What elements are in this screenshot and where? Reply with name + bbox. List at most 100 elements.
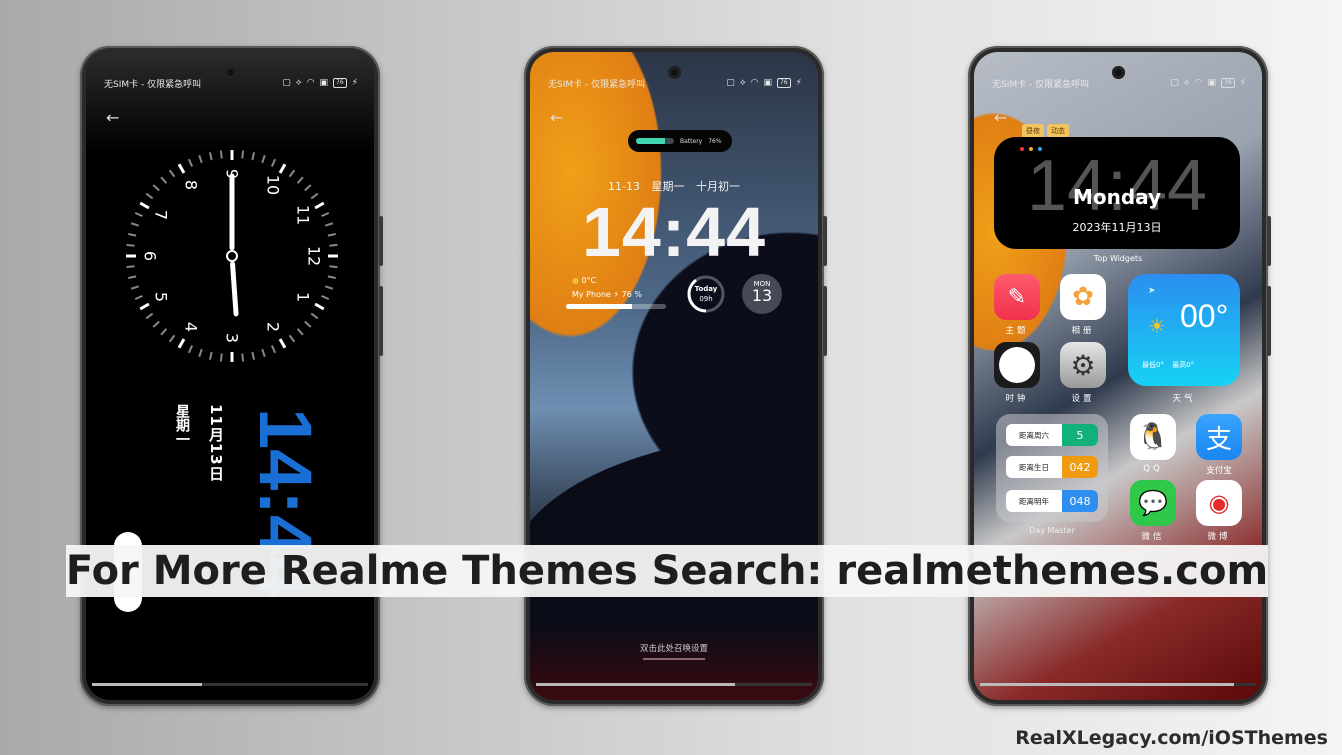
progress-bar	[92, 683, 368, 686]
day-master-caption: Day Master	[1029, 526, 1075, 535]
date-vertical: 11月13日	[207, 404, 225, 482]
lock-time: 14:44	[581, 193, 767, 271]
sun-icon: ●	[572, 276, 579, 285]
app-wechat[interactable]: 💬	[1130, 480, 1176, 526]
clock-tick	[187, 158, 194, 167]
charging-icon: ⚡	[1239, 78, 1246, 88]
day-master-widget[interactable]: 距离周六 5 距离生日 042 距离明年 048	[996, 414, 1108, 522]
screenshot-icon: ▣	[319, 78, 329, 88]
temperature: 0°C	[581, 276, 597, 285]
clock-tick	[327, 232, 336, 237]
clock-tick	[251, 351, 256, 360]
countdown-row: 距离生日 042	[1006, 456, 1098, 478]
clock-tick	[177, 163, 186, 174]
app-photos[interactable]: ✿	[1060, 274, 1106, 320]
clock-tick	[278, 338, 287, 349]
tag-dynamic[interactable]: 动态	[1047, 124, 1069, 138]
clock-tick	[134, 294, 143, 301]
clock-tick	[310, 312, 319, 320]
clock-tick	[152, 184, 160, 192]
vibrate-icon: ⟡	[739, 78, 746, 88]
clock-number: 8	[182, 180, 201, 190]
countdown-label: 距离周六	[1019, 430, 1049, 440]
app-weibo[interactable]: ◉	[1196, 480, 1242, 526]
wechat-icon: 💬	[1138, 489, 1168, 517]
back-arrow-icon[interactable]: ←	[994, 108, 1007, 127]
clock-tick	[219, 353, 223, 362]
vibrate-icon: ⟡	[1183, 78, 1190, 88]
clock-widget[interactable]: 14:44 Monday 2023年11月13日	[994, 137, 1240, 249]
clock-number: 1	[294, 292, 313, 302]
wifi-icon: ◠	[306, 78, 315, 88]
calendar-date: 13	[751, 286, 773, 305]
clock-tick	[304, 320, 312, 328]
temp-low: 最低0°	[1142, 361, 1164, 369]
carrier-text: 无SIM卡 - 仅限紧急呼叫	[548, 79, 646, 90]
clock-tick	[160, 328, 168, 336]
photos-icon: ✿	[1072, 282, 1094, 312]
phone-mockup-homescreen: 无SIM卡 - 仅限紧急呼叫 ▢ ⟡ ◠ ▣ 76 ⚡ ← 昼夜 动态 14:4…	[968, 46, 1271, 706]
clock-number: 10	[264, 175, 283, 195]
clock-tick	[198, 348, 203, 358]
battery-widget: Battery 76%	[628, 130, 732, 152]
sun-icon: ☀	[1148, 314, 1166, 338]
clock-tick	[288, 334, 296, 343]
carrier-text: 无SIM卡 - 仅限紧急呼叫	[992, 79, 1090, 90]
phone-screen: 无SIM卡 - 仅限紧急呼叫 ▢ ⟡ ◠ ▣ 76 ⚡ ← Battery 76…	[530, 52, 818, 700]
app-theme[interactable]: ✎	[994, 274, 1040, 320]
clock-tick	[126, 265, 135, 269]
app-clock[interactable]	[994, 342, 1040, 388]
app-alipay[interactable]: 支	[1196, 414, 1242, 460]
front-camera	[224, 66, 237, 79]
clock-tick	[134, 211, 143, 218]
clock-number: 11	[294, 205, 313, 225]
clock-tick	[329, 243, 338, 247]
countdown-row: 距离明年 048	[1006, 490, 1098, 512]
clock-icon	[999, 347, 1035, 383]
weekday-vertical: 星期一	[174, 404, 190, 446]
hour-hand	[230, 261, 239, 317]
clock-tick	[278, 163, 287, 174]
screenshot-icon: ▣	[1207, 78, 1217, 88]
widget-caption: Top Widgets	[1093, 254, 1143, 263]
battery-level-bar	[636, 138, 674, 144]
clock-tick	[145, 312, 154, 320]
footer-link[interactable]: RealXLegacy.com/iOSThemes	[1015, 727, 1328, 749]
widget-date: 2023年11月13日	[1072, 221, 1162, 234]
clock-tick	[160, 176, 168, 184]
front-camera	[668, 66, 681, 79]
app-settings[interactable]: ⚙	[1060, 342, 1106, 388]
app-label: 主题	[1005, 326, 1029, 336]
device-percent: 76 %	[621, 290, 642, 299]
device-battery: My Phone ⚡ 76 %	[572, 290, 642, 299]
app-label: 支付宝	[1206, 466, 1232, 476]
back-arrow-icon[interactable]: ←	[550, 108, 563, 127]
battery-icon: 76	[777, 78, 791, 88]
phone-screen: 无SIM卡 - 仅限紧急呼叫 ▢ ⟡ ◠ ▣ 76 ⚡ ← 昼夜 动态 14:4…	[974, 52, 1262, 700]
promo-banner: For More Realme Themes Search: realmethe…	[66, 545, 1268, 597]
clock-tick	[314, 302, 325, 311]
phone-screen: 无SIM卡 - 仅限紧急呼叫 ▢ ⟡ ◠ ▣ 76 ⚡ ← 12 1 2 3 4 5 6 7 8…	[86, 52, 374, 700]
app-qq[interactable]: 🐧	[1130, 414, 1176, 460]
alipay-icon: 支	[1205, 424, 1232, 455]
clock-tick	[208, 351, 213, 360]
settings-hint[interactable]: 双击此处召唤设置	[530, 642, 818, 654]
tag-day-night[interactable]: 昼夜	[1022, 124, 1044, 138]
theme-icon: ✎	[1007, 284, 1027, 310]
analog-clock: 121234567891011	[126, 150, 338, 362]
qq-icon: 🐧	[1136, 422, 1170, 452]
clock-tick	[128, 275, 137, 280]
app-label: 设置	[1071, 394, 1095, 404]
clock-tick	[304, 184, 312, 192]
countdown-value: 048	[1062, 490, 1098, 512]
weibo-icon: ◉	[1208, 489, 1230, 517]
countdown-value: 042	[1062, 456, 1098, 478]
clock-tick	[324, 285, 334, 290]
screenshot-icon: ▣	[763, 78, 773, 88]
today-label: Today	[694, 285, 718, 293]
back-arrow-icon[interactable]: ←	[106, 108, 119, 127]
weather-widget[interactable]: ➤ ☀ 00° 最低0° 最高0°	[1128, 274, 1240, 386]
clock-tick	[139, 302, 150, 311]
app-label: 微博	[1207, 532, 1231, 542]
weather-minmax: 最低0° 最高0°	[1142, 360, 1194, 370]
